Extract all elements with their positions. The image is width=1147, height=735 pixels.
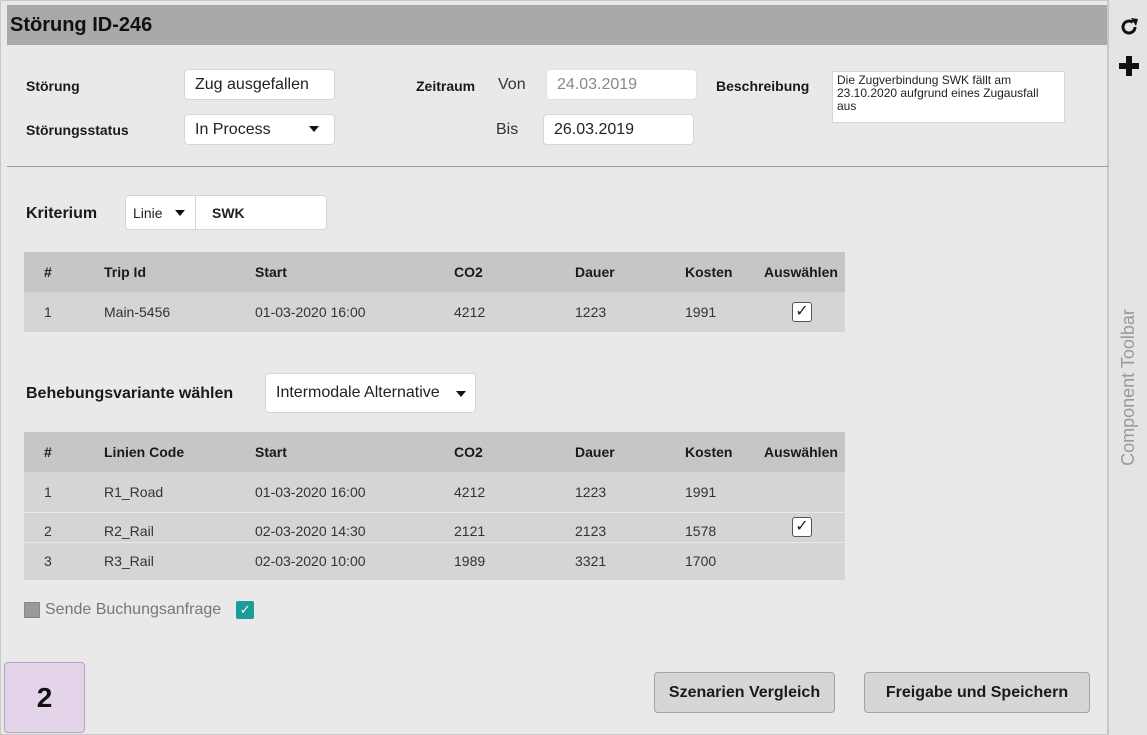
column-header: Auswählen [764,432,845,472]
bis-label: Bis [496,121,519,138]
chevron-down-icon [309,126,319,132]
cell-dauer: 2123 [575,512,685,542]
cell-num: 1 [24,472,104,512]
beschreibung-label: Beschreibung [716,78,810,94]
booking-checkbox[interactable]: ✓ [236,601,255,619]
behebung-select[interactable]: Intermodale Alternative [265,373,476,413]
cell-dauer: 1223 [575,292,685,332]
cell-start: 01-03-2020 16:00 [255,472,454,512]
stoerung-input[interactable]: Zug ausgefallen [184,69,335,100]
table-row[interactable]: 1 R1_Road 01-03-2020 16:00 4212 1223 199… [24,472,845,512]
chevron-down-icon [175,210,185,216]
toolbar-title-wrap: Component Toolbar [1117,300,1139,475]
behebung-label: Behebungsvariante wählen [26,385,234,402]
cell-co2: 4212 [454,472,575,512]
cell-start: 02-03-2020 14:30 [255,512,454,542]
column-header: Auswählen [764,252,845,292]
cell-kosten: 1700 [685,542,764,580]
status-label: Störungsstatus [26,122,129,138]
cell-auswaehlen: ✓ [764,512,845,542]
cell-dauer: 1223 [575,472,685,512]
bis-date-input[interactable]: 26.03.2019 [543,114,694,145]
column-header: # [24,252,104,292]
table-row[interactable]: 1 Main-5456 01-03-2020 16:00 4212 1223 1… [24,292,845,332]
column-header: Start [255,432,454,472]
section-divider [7,166,1108,167]
cell-trip-id: Main-5456 [104,292,255,332]
column-header: Dauer [575,252,685,292]
von-label: Von [498,76,526,93]
cell-num: 3 [24,542,104,580]
table-header-row: # Trip Id Start CO2 Dauer Kosten Auswähl… [24,252,845,292]
cell-dauer: 3321 [575,542,685,580]
kriterium-type-value: Linie [133,204,163,221]
booking-label: Sende Buchungsanfrage [45,601,222,618]
bis-value: 26.03.2019 [554,120,635,138]
select-checkbox[interactable]: ✓ [792,302,812,322]
compare-button-label: Szenarien Vergleich [668,683,821,701]
beschreibung-textarea[interactable]: Die Zugverbindung SWK fällt am 23.10.202… [832,71,1065,123]
page-title: Störung ID-246 [10,14,153,36]
table-header-row: # Linien Code Start CO2 Dauer Kosten Aus… [24,432,845,472]
kriterium-filter-value: SWK [212,204,245,221]
cell-kosten: 1578 [685,512,764,542]
page-number-badge: 2 [4,662,85,733]
plus-icon[interactable] [1117,54,1141,78]
cell-code: R1_Road [104,472,255,512]
cell-kosten: 1991 [685,472,764,512]
cell-num: 2 [24,512,104,542]
column-header: # [24,432,104,472]
toolbar-title: Component Toolbar [1117,309,1138,466]
cell-auswaehlen: ✓ [764,292,845,332]
title-bar: Störung ID-246 [7,5,1107,45]
cell-start: 01-03-2020 16:00 [255,292,454,332]
kriterium-label: Kriterium [26,205,98,222]
table-row[interactable]: 3 R3_Rail 02-03-2020 10:00 1989 3321 170… [24,542,845,580]
beschreibung-value: Die Zugverbindung SWK fällt am 23.10.202… [837,73,1039,113]
cell-kosten: 1991 [685,292,764,332]
save-button-label: Freigabe und Speichern [885,683,1069,701]
stoerung-value: Zug ausgefallen [195,75,309,93]
von-date-input[interactable]: 24.03.2019 [546,69,697,100]
column-header: Dauer [575,432,685,472]
cell-auswaehlen[interactable] [764,472,845,512]
cell-start: 02-03-2020 10:00 [255,542,454,580]
chevron-down-icon [456,391,466,397]
column-header: Linien Code [104,432,255,472]
column-header: CO2 [454,432,575,472]
release-and-save-button[interactable]: Freigabe und Speichern [864,672,1090,713]
cell-co2: 4212 [454,292,575,332]
column-header: Start [255,252,454,292]
cell-code: R3_Rail [104,542,255,580]
column-header: Trip Id [104,252,255,292]
zeitraum-label: Zeitraum [416,78,476,94]
status-value: In Process [195,120,271,138]
kriterium-type-select[interactable]: Linie [125,195,196,230]
cell-num: 1 [24,292,104,332]
status-select[interactable]: In Process [184,114,335,145]
cell-co2: 1989 [454,542,575,580]
stoerung-label: Störung [26,78,80,94]
table-row[interactable]: 2 R2_Rail 02-03-2020 14:30 2121 2123 157… [24,512,845,542]
cell-co2: 2121 [454,512,575,542]
booking-request-row: Sende Buchungsanfrage ✓ [24,601,255,619]
cell-code: R2_Rail [104,512,255,542]
behebung-value: Intermodale Alternative [276,384,440,401]
select-checkbox[interactable]: ✓ [792,517,812,537]
page-number: 2 [36,681,53,713]
refresh-icon[interactable] [1118,16,1140,38]
column-header: Kosten [685,432,764,472]
column-header: CO2 [454,252,575,292]
variant-table: # Linien Code Start CO2 Dauer Kosten Aus… [24,432,845,580]
main-panel: Störung ID-246 Störung Zug ausgefallen Z… [0,0,1108,735]
trip-table: # Trip Id Start CO2 Dauer Kosten Auswähl… [24,252,845,332]
compare-scenarios-button[interactable]: Szenarien Vergleich [654,672,835,713]
von-value: 24.03.2019 [557,75,638,93]
booking-disabled-checkbox [24,602,40,618]
cell-auswaehlen[interactable] [764,542,845,580]
component-toolbar: Component Toolbar [1108,0,1147,735]
kriterium-filter-input[interactable]: SWK [195,195,327,230]
column-header: Kosten [685,252,764,292]
